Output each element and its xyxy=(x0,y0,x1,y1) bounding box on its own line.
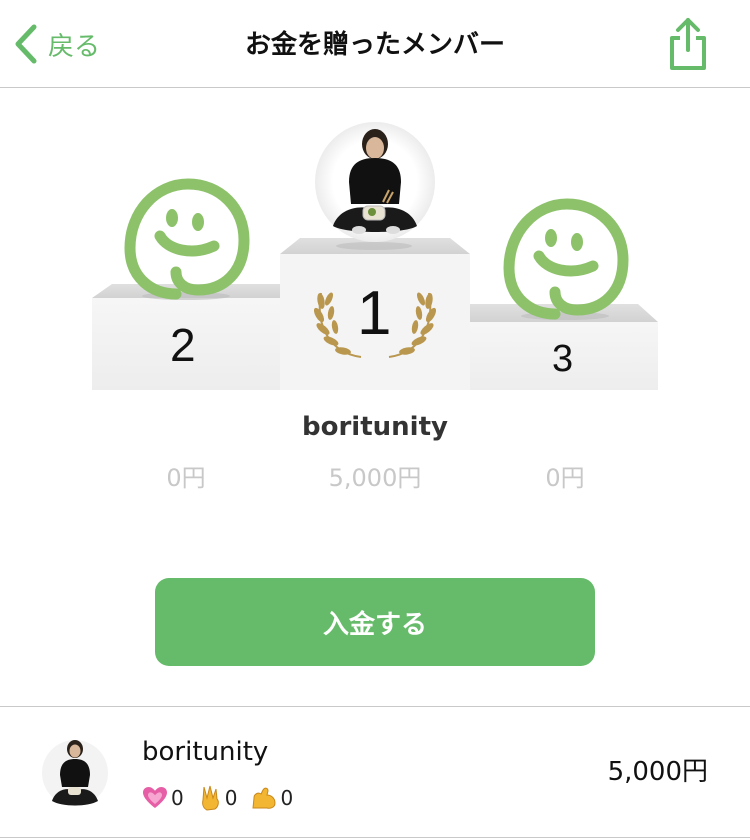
flexed-arm-icon xyxy=(252,787,276,809)
winner-avatar xyxy=(315,122,435,242)
peace-count: 0 xyxy=(224,786,238,810)
heart-count: 0 xyxy=(171,786,184,810)
amount-first: 5,000円 xyxy=(328,464,422,492)
heart-icon xyxy=(143,787,167,808)
reaction-counts: 0 0 0 xyxy=(142,785,307,811)
rank-third-number: 3 xyxy=(552,338,574,380)
mascot-avatar-second-icon xyxy=(124,178,250,300)
member-avatar xyxy=(42,740,108,806)
share-icon xyxy=(670,18,706,70)
rank-second-number: 2 xyxy=(170,319,196,371)
member-amount: 5,000円 xyxy=(607,757,708,787)
winner-name: boritunity xyxy=(302,412,448,442)
amount-third: 0円 xyxy=(545,464,585,492)
share-button[interactable] xyxy=(666,16,710,72)
navigation-bar: 戻る お金を贈ったメンバー xyxy=(0,0,750,88)
rank-first-number: 1 xyxy=(357,279,392,348)
reaction-peace[interactable]: 0 xyxy=(198,785,238,811)
podium-graphic xyxy=(92,122,658,390)
member-name: boritunity xyxy=(142,737,269,767)
ranking-podium: 2 1 3 xyxy=(0,90,750,410)
page-title: お金を贈ったメンバー xyxy=(244,30,505,60)
reaction-flex[interactable]: 0 xyxy=(251,786,293,810)
flex-count: 0 xyxy=(280,786,294,810)
peace-hand-icon xyxy=(201,785,219,811)
divider xyxy=(0,837,750,838)
amount-second: 0円 xyxy=(166,464,206,492)
member-list-item[interactable]: boritunity 0 0 0 5,000円 xyxy=(0,707,750,837)
reaction-heart[interactable]: 0 xyxy=(142,786,184,810)
deposit-button[interactable]: 入金する xyxy=(155,578,595,666)
mascot-avatar-third-icon xyxy=(503,198,629,320)
